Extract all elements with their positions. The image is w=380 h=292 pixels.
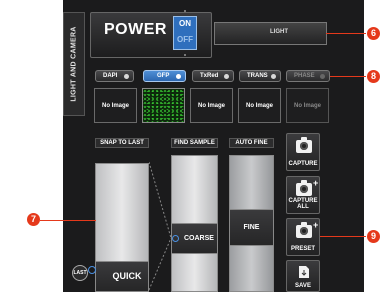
snap-to-last-header: SNAP TO LAST: [95, 138, 149, 148]
channel-indicator-icon: [320, 74, 325, 79]
power-toggle[interactable]: ON OFF: [173, 16, 197, 50]
plus-icon: +: [313, 220, 319, 230]
channel-thumbnail-phase[interactable]: No Image: [286, 88, 329, 123]
channel-button-phase[interactable]: PHASE: [286, 70, 330, 82]
channel-button-gfp[interactable]: GFP: [143, 70, 186, 82]
callout-channels: 8: [367, 70, 380, 83]
snap-to-last-track[interactable]: [95, 163, 149, 265]
save-file-icon: [299, 266, 309, 278]
power-off-label: OFF: [177, 35, 193, 44]
plus-icon: +: [313, 178, 319, 188]
camera-icon: [296, 222, 312, 238]
callout-leader-top: [326, 33, 366, 34]
power-on-label: ON: [179, 19, 191, 28]
channel-indicator-icon: [271, 74, 276, 79]
preset-button[interactable]: + PRESET: [286, 218, 320, 256]
capture-all-label: CAPTURE ALL: [288, 198, 318, 210]
find-sample-header: FIND SAMPLE: [171, 138, 218, 148]
fine-focus-knob[interactable]: FINE: [229, 209, 274, 246]
light-and-camera-tab[interactable]: LIGHT AND CAMERA: [63, 12, 85, 116]
channel-thumbnail-trans[interactable]: No Image: [238, 88, 281, 123]
channel-indicator-icon: [124, 74, 129, 79]
channel-label: PHASE: [294, 73, 315, 79]
coarse-connector-lines: [149, 161, 172, 291]
camera-icon: [296, 137, 312, 153]
capture-all-button[interactable]: + CAPTURE ALL: [286, 176, 320, 214]
callout-leader-channels: [330, 76, 366, 77]
callout-right: 9: [367, 230, 380, 243]
channel-indicator-icon: [176, 74, 181, 79]
channel-thumbnail-gfp[interactable]: [142, 88, 185, 123]
preset-label: PRESET: [290, 246, 315, 252]
channel-label: TRANS: [247, 73, 268, 79]
save-label: SAVE: [295, 283, 311, 289]
channel-button-txred[interactable]: TxRed: [192, 70, 234, 82]
channel-label: DAPI: [103, 73, 118, 79]
camera-icon: [296, 180, 312, 196]
capture-button[interactable]: CAPTURE: [286, 133, 320, 171]
channel-thumbnail-dapi[interactable]: No Image: [94, 88, 137, 123]
side-tab-label: LIGHT AND CAMERA: [70, 26, 78, 102]
auto-fine-header: AUTO FINE: [229, 138, 274, 148]
light-slider[interactable]: LIGHT: [214, 22, 327, 45]
quick-focus-button[interactable]: QUICK: [95, 261, 149, 292]
power-label: POWER: [104, 21, 167, 38]
channel-label: GFP: [157, 73, 170, 79]
callout-top: 6: [367, 27, 380, 40]
channel-label: TxRed: [200, 73, 219, 79]
callout-left: 7: [27, 213, 40, 226]
channel-button-trans[interactable]: TRANS: [239, 70, 281, 82]
capture-label: CAPTURE: [288, 161, 318, 167]
last-badge[interactable]: LAST: [72, 265, 88, 281]
callout-leader-left: [40, 220, 96, 221]
channel-indicator-icon: [224, 74, 229, 79]
callout-leader-right: [320, 236, 366, 237]
coarse-indicator-icon: [172, 235, 179, 242]
toggle-dot-top: [184, 10, 186, 12]
toggle-dot-bottom: [184, 54, 186, 56]
quick-indicator-icon: [88, 266, 96, 274]
channel-button-dapi[interactable]: DAPI: [95, 70, 134, 82]
save-button[interactable]: SAVE: [286, 260, 320, 292]
channel-thumbnail-txred[interactable]: No Image: [190, 88, 233, 123]
light-label: LIGHT: [270, 29, 288, 35]
